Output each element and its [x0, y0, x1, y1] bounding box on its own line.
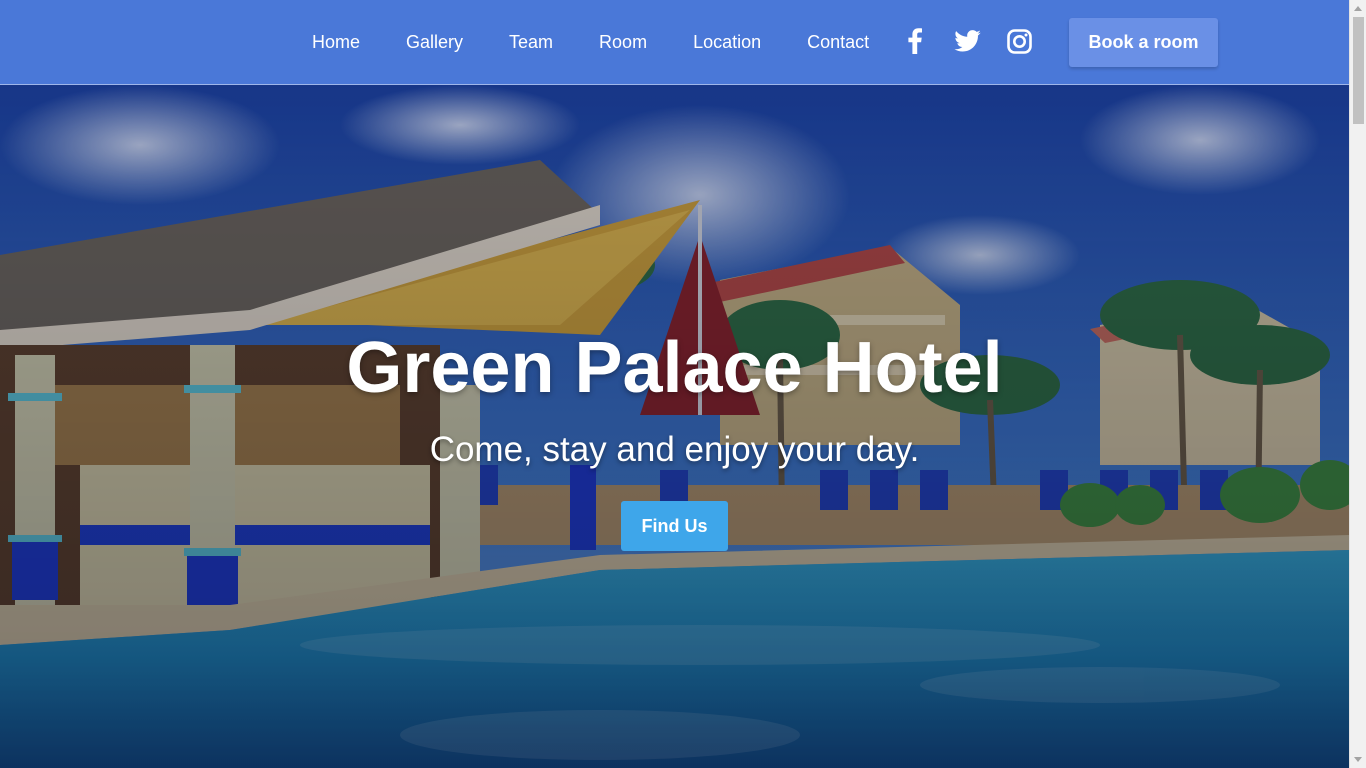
nav-link-home[interactable]: Home: [289, 0, 383, 84]
find-us-button[interactable]: Find Us: [621, 501, 728, 551]
hero-title: Green Palace Hotel: [346, 328, 1003, 408]
facebook-icon[interactable]: [900, 26, 930, 56]
navbar: Home Gallery Team Room Location Contact: [0, 0, 1349, 85]
nav-link-gallery[interactable]: Gallery: [383, 0, 486, 84]
hero-subtitle: Come, stay and enjoy your day.: [429, 430, 920, 469]
vertical-scrollbar[interactable]: [1349, 0, 1366, 768]
nav-menu: Home Gallery Team Room Location Contact: [289, 0, 892, 84]
nav-link-room[interactable]: Room: [576, 0, 670, 84]
hero-section: Green Palace Hotel Come, stay and enjoy …: [0, 85, 1349, 768]
book-room-button[interactable]: Book a room: [1069, 18, 1218, 67]
hero-content: Green Palace Hotel Come, stay and enjoy …: [0, 85, 1349, 768]
nav-link-location[interactable]: Location: [670, 0, 784, 84]
scroll-down-arrow-icon[interactable]: [1354, 757, 1362, 762]
scroll-up-arrow-icon[interactable]: [1354, 6, 1362, 11]
nav-link-contact[interactable]: Contact: [784, 0, 892, 84]
instagram-icon[interactable]: [1004, 26, 1034, 56]
scrollbar-thumb[interactable]: [1353, 17, 1364, 124]
social-links: [900, 26, 1034, 56]
twitter-icon[interactable]: [952, 26, 982, 56]
page: Home Gallery Team Room Location Contact: [0, 0, 1366, 768]
nav-link-team[interactable]: Team: [486, 0, 576, 84]
